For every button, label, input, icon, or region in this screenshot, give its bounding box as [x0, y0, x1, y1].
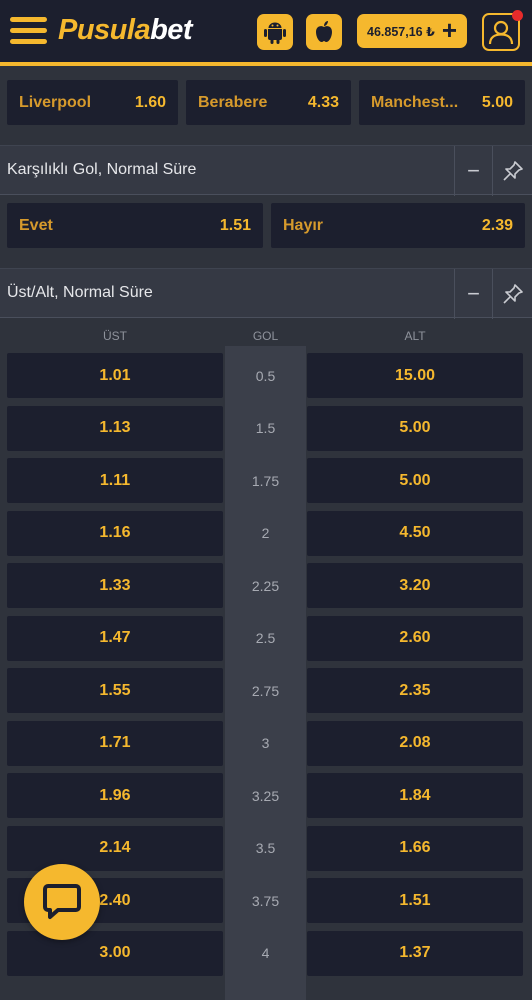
pin-icon[interactable] [492, 269, 532, 319]
odd-button-under[interactable]: 1.37 [307, 930, 523, 976]
market-title: Üst/Alt, Normal Süre [7, 284, 153, 301]
odd-button-over[interactable]: 1.55 [7, 668, 223, 713]
odd-button-under[interactable]: 5.00 [307, 458, 523, 503]
column-header-goal: GOL [252, 329, 279, 343]
table-row: 1.16 2 4.50 [7, 510, 525, 556]
odd-button-under[interactable]: 1.84 [307, 773, 523, 818]
odd-button-under[interactable]: 15.00 [307, 353, 523, 398]
odd-button-over[interactable]: 1.13 [7, 405, 223, 451]
collapse-icon[interactable]: − [454, 269, 492, 319]
table-row: 1.33 2.25 3.20 [7, 563, 525, 608]
goal-line-value: 2.75 [251, 682, 280, 699]
goal-line-value: 0.5 [255, 367, 276, 384]
android-icon[interactable] [257, 14, 293, 50]
logo[interactable]: Pusulabet [58, 14, 193, 47]
goal-line-value: 3.5 [255, 840, 276, 856]
table-row: 1.96 3.25 1.84 [7, 773, 525, 818]
odd-button-no[interactable]: Hayır 2.39 [271, 203, 525, 248]
pin-icon[interactable] [492, 146, 532, 196]
odd-button-home[interactable]: Liverpool 1.60 [7, 80, 178, 125]
goal-line-value: 3.75 [251, 892, 280, 909]
menu-icon[interactable] [10, 17, 47, 45]
table-row: 1.01 0.5 15.00 [7, 353, 525, 398]
market-header-btts[interactable]: Karşılıklı Gol, Normal Süre − [0, 145, 532, 196]
odd-button-under[interactable]: 3.20 [307, 563, 523, 608]
odd-button-over[interactable]: 1.71 [7, 720, 223, 766]
goal-line-value: 1.75 [251, 472, 280, 489]
market-title: Karşılıklı Gol, Normal Süre [7, 161, 197, 178]
goal-line-value: 2.25 [251, 577, 280, 594]
table-row: 1.71 3 2.08 [7, 720, 525, 766]
top-bar: Pusulabet 46.857,16 ₺ + [0, 0, 532, 66]
odd-button-away[interactable]: Manchest... 5.00 [359, 80, 525, 125]
odd-button-under[interactable]: 1.51 [307, 878, 523, 923]
column-header-over: ÜST [103, 329, 127, 343]
odd-button-under[interactable]: 2.08 [307, 720, 523, 766]
odd-button-over[interactable]: 1.16 [7, 510, 223, 556]
user-icon[interactable] [482, 10, 523, 51]
goal-line-value: 1.5 [255, 420, 276, 436]
odd-button-over[interactable]: 1.47 [7, 615, 223, 661]
column-header-under: ALT [404, 329, 426, 343]
table-row: 1.13 1.5 5.00 [7, 405, 525, 451]
table-row: 3.00 4 1.37 [7, 930, 525, 976]
odd-button-yes[interactable]: Evet 1.51 [7, 203, 263, 248]
table-row: 1.11 1.75 5.00 [7, 458, 525, 503]
table-row: 1.55 2.75 2.35 [7, 668, 525, 713]
odd-button-under[interactable]: 5.00 [307, 405, 523, 451]
balance-button[interactable]: 46.857,16 ₺ + [357, 14, 467, 48]
odd-button-under[interactable]: 2.35 [307, 668, 523, 713]
balance-amount: 46.857,16 ₺ [367, 24, 435, 39]
odd-button-under[interactable]: 2.60 [307, 615, 523, 661]
apple-icon[interactable] [306, 14, 342, 50]
goal-line-value: 2 [261, 525, 270, 541]
odd-button-over[interactable]: 3.00 [7, 930, 223, 976]
odd-button-over[interactable]: 1.96 [7, 773, 223, 818]
goal-line-value: 2.5 [255, 630, 276, 646]
chat-icon [43, 884, 81, 919]
goal-line-value: 3 [261, 735, 270, 751]
table-row: 1.47 2.5 2.60 [7, 615, 525, 661]
odd-button-over[interactable]: 1.33 [7, 563, 223, 608]
market-header-over-under[interactable]: Üst/Alt, Normal Süre − [0, 268, 532, 319]
odd-button-under[interactable]: 4.50 [307, 510, 523, 556]
odd-button-over[interactable]: 1.01 [7, 353, 223, 398]
live-chat-button[interactable] [24, 864, 100, 940]
notification-dot [512, 10, 523, 21]
odd-button-over[interactable]: 2.14 [7, 825, 223, 871]
goal-line-value: 4 [261, 945, 270, 961]
goal-line-value: 3.25 [251, 787, 280, 804]
odd-button-over[interactable]: 1.11 [7, 458, 223, 503]
collapse-icon[interactable]: − [454, 146, 492, 196]
odd-button-draw[interactable]: Berabere 4.33 [186, 80, 351, 125]
table-row: 2.14 3.5 1.66 [7, 825, 525, 871]
plus-icon[interactable]: + [442, 16, 457, 44]
odd-button-under[interactable]: 1.66 [307, 825, 523, 871]
